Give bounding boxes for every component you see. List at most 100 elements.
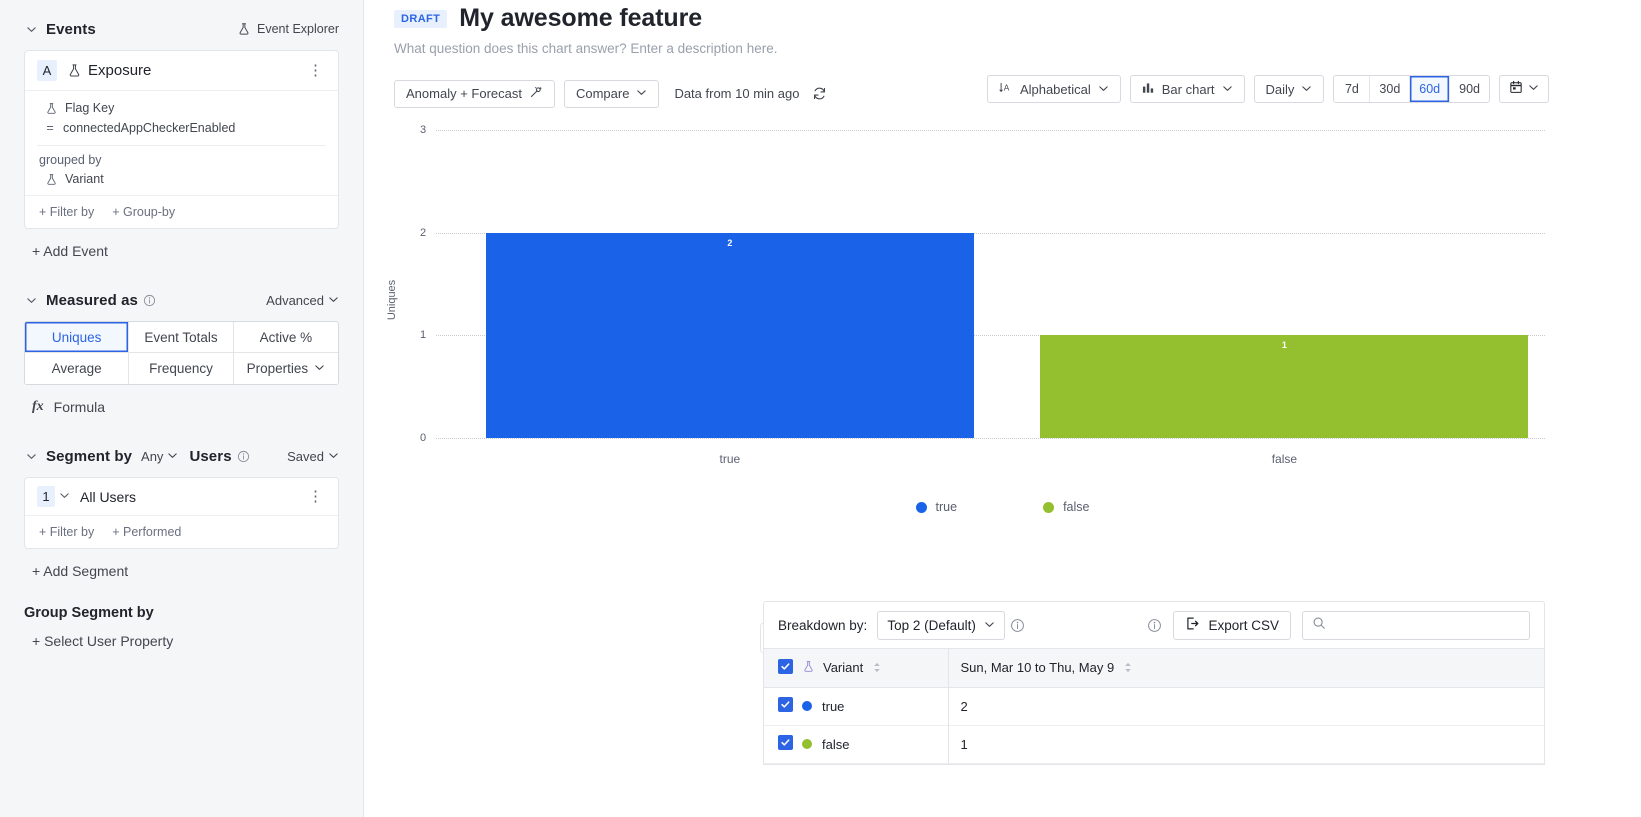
flask-icon	[45, 173, 58, 186]
group-segment-by-title: Group Segment by	[24, 579, 339, 621]
compare-label: Compare	[576, 86, 629, 101]
range-90d[interactable]: 90d	[1450, 76, 1489, 102]
segment-add-filter-button[interactable]: + Filter by	[39, 525, 94, 539]
page-header: DRAFT My awesome feature	[364, 0, 1641, 33]
segment-users-label: Users	[189, 448, 231, 465]
breakdown-toolbar: Breakdown by: Top 2 (Default)	[764, 602, 1544, 649]
breakdown-select[interactable]: Top 2 (Default)	[877, 611, 1005, 640]
flag-key-label: Flag Key	[65, 101, 114, 115]
event-explorer-button[interactable]: Event Explorer	[237, 22, 339, 36]
granularity-label: Daily	[1266, 82, 1295, 97]
calendar-picker-button[interactable]	[1499, 75, 1549, 103]
segment-name[interactable]: All Users	[80, 489, 136, 505]
measure-option-active-percent[interactable]: Active %	[234, 322, 338, 353]
legend-item-true[interactable]: true	[916, 500, 958, 514]
saved-dropdown[interactable]: Saved	[287, 449, 339, 464]
add-groupby-button[interactable]: + Group-by	[112, 205, 175, 219]
event-name[interactable]: Exposure	[88, 62, 151, 79]
measure-option-uniques[interactable]: Uniques	[25, 322, 129, 353]
flag-key-value: connectedAppCheckerEnabled	[63, 121, 235, 135]
row-variant-cell-false: false	[798, 725, 948, 763]
events-title: Events	[46, 21, 96, 38]
flask-icon	[237, 22, 251, 36]
range-7d[interactable]: 7d	[1334, 76, 1370, 102]
grouped-by-row[interactable]: Variant	[37, 169, 326, 189]
add-event-button[interactable]: + Add Event	[24, 229, 339, 259]
breakdown-by-label: Breakdown by:	[778, 618, 867, 633]
info-icon[interactable]	[143, 294, 156, 307]
breakdown-search-input[interactable]	[1334, 618, 1520, 633]
query-builder-sidebar: Events Event Explorer A Exposure ⋮	[0, 0, 364, 817]
legend-dot-true	[916, 502, 927, 513]
export-csv-button[interactable]: Export CSV	[1173, 611, 1291, 640]
add-segment-button[interactable]: + Add Segment	[24, 549, 339, 579]
event-card-header: A Exposure ⋮	[25, 51, 338, 91]
row-checkbox-false[interactable]	[778, 735, 793, 750]
flag-key-value-row[interactable]: = connectedAppCheckerEnabled	[37, 118, 326, 139]
sort-icon[interactable]	[873, 662, 881, 673]
bar-true[interactable]: 2	[486, 233, 974, 438]
range-30d[interactable]: 30d	[1370, 76, 1410, 102]
segment-more-menu-icon[interactable]: ⋮	[305, 489, 326, 504]
anomaly-forecast-button[interactable]: Anomaly + Forecast	[394, 80, 555, 108]
select-user-property-button[interactable]: + Select User Property	[24, 621, 339, 649]
bar-chart-icon	[1142, 81, 1155, 97]
chevron-down-icon[interactable]	[24, 449, 38, 463]
formula-button[interactable]: fx Formula	[24, 385, 339, 415]
gridline-3	[436, 130, 1545, 131]
info-icon[interactable]	[1010, 618, 1025, 633]
chevron-down-icon	[1301, 82, 1312, 97]
flask-icon	[802, 660, 815, 676]
column-header-date-range[interactable]: Sun, Mar 10 to Thu, May 9	[948, 649, 1544, 687]
date-range-group: 7d 30d 60d 90d	[1333, 75, 1490, 103]
gridline-0	[436, 438, 1545, 439]
measure-option-event-totals[interactable]: Event Totals	[129, 322, 233, 353]
chevron-down-icon[interactable]	[24, 293, 38, 307]
measure-option-average[interactable]: Average	[25, 353, 129, 384]
segment-any-dropdown[interactable]: Any	[141, 449, 178, 464]
info-icon[interactable]	[1147, 618, 1162, 633]
measure-option-frequency[interactable]: Frequency	[129, 353, 233, 384]
page-title[interactable]: My awesome feature	[459, 4, 702, 33]
column-header-variant[interactable]: Variant	[798, 649, 948, 687]
chevron-down-icon[interactable]	[24, 22, 38, 36]
breakdown-panel: Breakdown by: Top 2 (Default)	[763, 601, 1545, 765]
series-dot-false	[802, 739, 812, 749]
granularity-dropdown[interactable]: Daily	[1254, 75, 1325, 103]
table-row[interactable]: false 1	[764, 725, 1544, 763]
event-more-menu-icon[interactable]: ⋮	[305, 63, 326, 78]
row-value-false: 1	[948, 725, 1544, 763]
event-card: A Exposure ⋮ Flag Key = connectedAppChec…	[24, 50, 339, 229]
row-checkbox-true[interactable]	[778, 697, 793, 712]
legend-item-false[interactable]: false	[1043, 500, 1089, 514]
chart-legend: true false	[364, 500, 1641, 514]
page-description[interactable]: What question does this chart answer? En…	[364, 33, 1641, 56]
measure-option-properties[interactable]: Properties	[234, 353, 338, 384]
calendar-icon	[1509, 80, 1523, 99]
advanced-dropdown[interactable]: Advanced	[266, 293, 339, 308]
sort-icon[interactable]	[1124, 662, 1132, 673]
segment-card: 1 All Users ⋮ + Filter by + Performed	[24, 477, 339, 549]
sort-order-dropdown[interactable]: A Alphabetical	[987, 75, 1121, 103]
flask-icon	[67, 63, 82, 78]
chevron-down-icon[interactable]	[59, 488, 70, 506]
refresh-icon[interactable]	[812, 86, 827, 101]
select-all-checkbox[interactable]	[778, 659, 793, 674]
search-icon	[1312, 616, 1326, 635]
measured-as-title: Measured as	[46, 292, 138, 309]
row-value-true: 2	[948, 687, 1544, 725]
row-label-true: true	[822, 699, 844, 714]
chart-type-dropdown[interactable]: Bar chart	[1130, 75, 1245, 103]
segment-add-performed-button[interactable]: + Performed	[112, 525, 181, 539]
bar-false[interactable]: 1	[1040, 335, 1528, 438]
info-icon[interactable]	[237, 450, 250, 463]
flag-key-row[interactable]: Flag Key	[37, 98, 326, 118]
table-row[interactable]: true 2	[764, 687, 1544, 725]
segment-card-footer: + Filter by + Performed	[25, 516, 338, 548]
segment-any-label: Any	[141, 449, 163, 464]
bar-value-true: 2	[486, 238, 974, 248]
compare-button[interactable]: Compare	[564, 80, 659, 108]
breakdown-search[interactable]	[1302, 611, 1530, 640]
range-60d[interactable]: 60d	[1410, 76, 1450, 102]
add-filter-button[interactable]: + Filter by	[39, 205, 94, 219]
